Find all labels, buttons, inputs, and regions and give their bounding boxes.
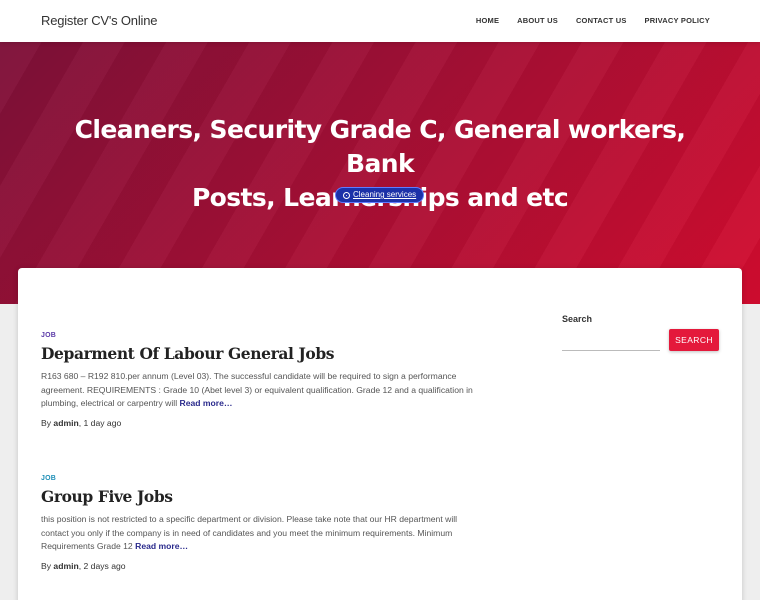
post-excerpt-text: R163 680 – R192 810.per annum (Level 03)…	[41, 371, 473, 408]
content-card: JOB Deparment Of Labour General Jobs R16…	[18, 268, 742, 600]
post-item: JOB Group Five Jobs this position is not…	[41, 475, 481, 571]
search-input[interactable]	[562, 335, 660, 351]
nav-item-privacy-policy[interactable]: PRIVACY POLICY	[645, 16, 710, 25]
sidebar-search-widget: Search SEARCH	[562, 314, 722, 351]
post-meta: By admin, 2 days ago	[41, 560, 126, 571]
post-item: JOB Deparment Of Labour General Jobs R16…	[41, 332, 481, 428]
search-form: SEARCH	[562, 328, 722, 352]
post-excerpt: R163 680 – R192 810.per annum (Level 03)…	[41, 370, 481, 411]
post-author-link[interactable]: admin	[53, 418, 78, 428]
circle-dot-icon	[343, 191, 350, 199]
post-date: 1 day ago	[83, 417, 122, 428]
post-excerpt-text: this position is not restricted to a spe…	[41, 514, 458, 551]
nav-item-home[interactable]: HOME	[476, 16, 499, 25]
nav-item-about-us[interactable]: ABOUT US	[517, 16, 558, 25]
read-more-link[interactable]: Read more…	[135, 541, 188, 551]
search-heading: Search	[562, 314, 593, 324]
post-date: 2 days ago	[83, 560, 126, 571]
post-meta: By admin, 1 day ago	[41, 417, 122, 428]
post-author-link[interactable]: admin	[53, 561, 78, 571]
read-more-link[interactable]: Read more…	[180, 398, 233, 408]
hero-title-line-1: Cleaners, Security Grade C, General work…	[74, 115, 686, 178]
main-nav: HOME ABOUT US CONTACT US PRIVACY POLICY	[476, 16, 710, 25]
post-title-link[interactable]: Group Five Jobs	[41, 487, 481, 506]
category-badge-label: Cleaning services	[353, 190, 417, 199]
search-button[interactable]: SEARCH	[669, 329, 719, 351]
post-title-link[interactable]: Deparment Of Labour General Jobs	[41, 344, 481, 363]
top-navbar: Register CV's Online HOME ABOUT US CONTA…	[0, 0, 760, 42]
nav-item-contact-us[interactable]: CONTACT US	[576, 16, 627, 25]
post-excerpt: this position is not restricted to a spe…	[41, 513, 481, 554]
post-meta-prefix: By	[41, 560, 52, 571]
hero-banner: Cleaners, Security Grade C, General work…	[0, 42, 760, 304]
post-category-link[interactable]: JOB	[41, 332, 481, 339]
category-badge-cleaning-services[interactable]: Cleaning services	[335, 187, 425, 203]
post-category-link[interactable]: JOB	[41, 475, 481, 482]
site-title-link[interactable]: Register CV's Online	[41, 13, 157, 28]
post-meta-prefix: By	[41, 417, 52, 428]
